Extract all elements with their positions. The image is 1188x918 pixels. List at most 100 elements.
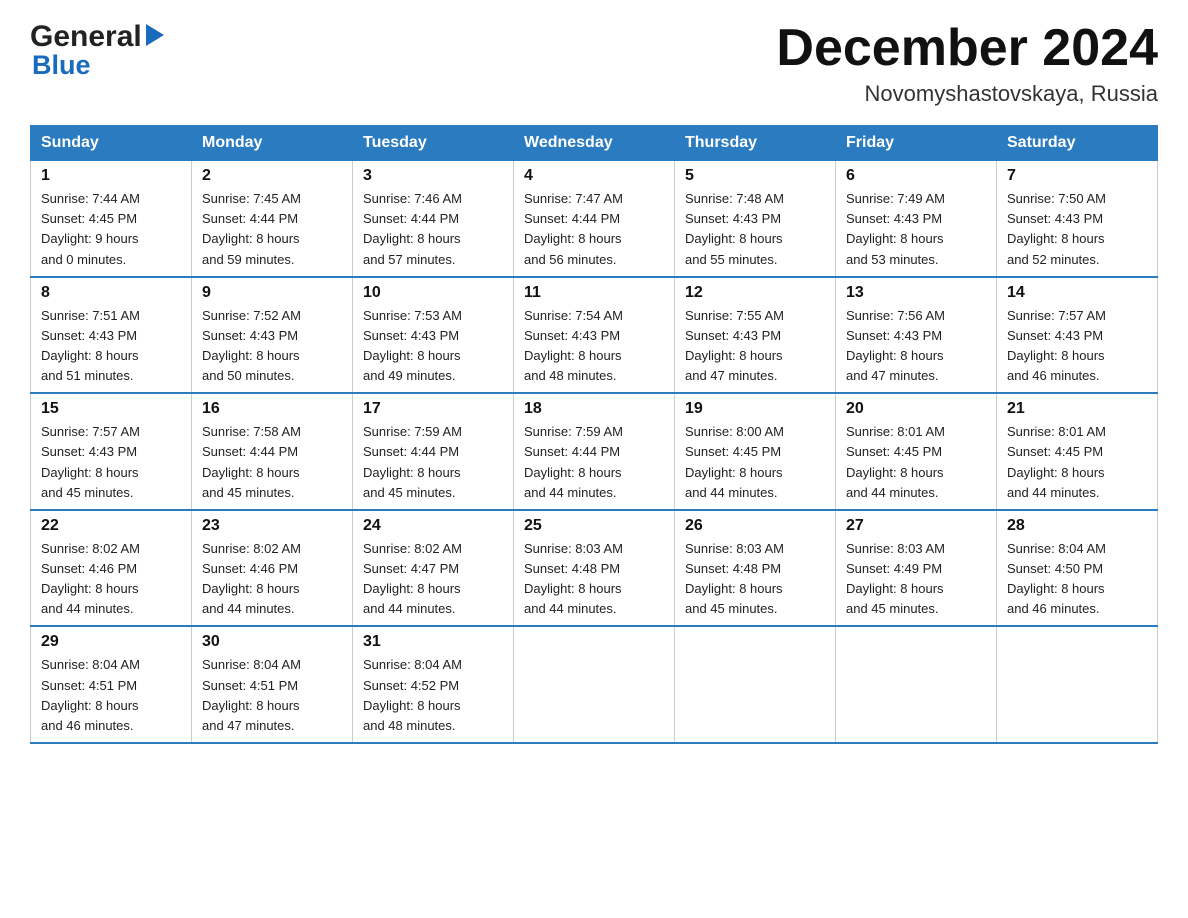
day-cell: 13Sunrise: 7:56 AM Sunset: 4:43 PM Dayli…	[836, 277, 997, 394]
header-cell-monday: Monday	[192, 126, 353, 161]
day-cell: 4 Sunrise: 7:47 AM Sunset: 4:44 PM Daylig…	[514, 161, 675, 277]
day-info: Sunrise: 7:57 AM Sunset: 4:43 PM Dayligh…	[41, 422, 181, 503]
day-info: Sunrise: 7:48 AM Sunset: 4:43 PM Dayligh…	[685, 189, 825, 270]
week-row-3: 15 Sunrise: 7:57 AM Sunset: 4:43 PM Dayli…	[31, 393, 1158, 510]
day-number: 11	[524, 284, 664, 302]
day-number: 1	[41, 167, 181, 185]
day-cell: 26 Sunrise: 8:03 AM Sunset: 4:48 PM Dayli…	[675, 510, 836, 627]
day-info: Sunrise: 8:04 AM Sunset: 4:51 PM Dayligh…	[202, 655, 342, 736]
page-header: General Blue December 2024 Novomyshastov…	[30, 20, 1158, 107]
day-info: Sunrise: 8:02 AM Sunset: 4:46 PM Dayligh…	[202, 539, 342, 620]
title-block: December 2024 Novomyshastovskaya, Russia	[776, 20, 1158, 107]
page-subtitle: Novomyshastovskaya, Russia	[776, 81, 1158, 107]
header-cell-friday: Friday	[836, 126, 997, 161]
day-cell: 21 Sunrise: 8:01 AM Sunset: 4:45 PM Dayli…	[997, 393, 1158, 510]
logo-blue-text: Blue	[32, 50, 91, 81]
day-cell: 19Sunrise: 8:00 AM Sunset: 4:45 PM Dayli…	[675, 393, 836, 510]
day-number: 18	[524, 400, 664, 418]
header-cell-tuesday: Tuesday	[353, 126, 514, 161]
day-number: 8	[41, 284, 181, 302]
week-row-2: 8Sunrise: 7:51 AM Sunset: 4:43 PM Daylig…	[31, 277, 1158, 394]
day-info: Sunrise: 8:03 AM Sunset: 4:48 PM Dayligh…	[685, 539, 825, 620]
header-cell-thursday: Thursday	[675, 126, 836, 161]
day-cell: 25Sunrise: 8:03 AM Sunset: 4:48 PM Dayli…	[514, 510, 675, 627]
day-number: 4	[524, 167, 664, 185]
day-cell: 12Sunrise: 7:55 AM Sunset: 4:43 PM Dayli…	[675, 277, 836, 394]
day-number: 3	[363, 167, 503, 185]
day-cell	[997, 626, 1158, 743]
day-number: 9	[202, 284, 342, 302]
day-info: Sunrise: 8:02 AM Sunset: 4:46 PM Dayligh…	[41, 539, 181, 620]
day-number: 2	[202, 167, 342, 185]
day-number: 28	[1007, 517, 1147, 535]
day-info: Sunrise: 8:01 AM Sunset: 4:45 PM Dayligh…	[846, 422, 986, 503]
day-info: Sunrise: 8:03 AM Sunset: 4:49 PM Dayligh…	[846, 539, 986, 620]
day-number: 25	[524, 517, 664, 535]
day-number: 14	[1007, 284, 1147, 302]
day-cell: 15 Sunrise: 7:57 AM Sunset: 4:43 PM Dayli…	[31, 393, 192, 510]
day-info: Sunrise: 8:01 AM Sunset: 4:45 PM Dayligh…	[1007, 422, 1147, 503]
day-number: 26	[685, 517, 825, 535]
day-cell: 5 Sunrise: 7:48 AM Sunset: 4:43 PM Daylig…	[675, 161, 836, 277]
day-number: 30	[202, 633, 342, 651]
day-info: Sunrise: 7:58 AM Sunset: 4:44 PM Dayligh…	[202, 422, 342, 503]
header-cell-wednesday: Wednesday	[514, 126, 675, 161]
day-number: 17	[363, 400, 503, 418]
day-number: 5	[685, 167, 825, 185]
day-cell: 20 Sunrise: 8:01 AM Sunset: 4:45 PM Dayli…	[836, 393, 997, 510]
day-cell: 7Sunrise: 7:50 AM Sunset: 4:43 PM Daylig…	[997, 161, 1158, 277]
day-number: 20	[846, 400, 986, 418]
day-info: Sunrise: 7:59 AM Sunset: 4:44 PM Dayligh…	[363, 422, 503, 503]
day-info: Sunrise: 8:02 AM Sunset: 4:47 PM Dayligh…	[363, 539, 503, 620]
day-cell: 24 Sunrise: 8:02 AM Sunset: 4:47 PM Dayli…	[353, 510, 514, 627]
day-cell: 3 Sunrise: 7:46 AM Sunset: 4:44 PM Daylig…	[353, 161, 514, 277]
day-info: Sunrise: 7:47 AM Sunset: 4:44 PM Dayligh…	[524, 189, 664, 270]
day-number: 22	[41, 517, 181, 535]
day-cell: 18 Sunrise: 7:59 AM Sunset: 4:44 PM Dayli…	[514, 393, 675, 510]
day-info: Sunrise: 8:00 AM Sunset: 4:45 PM Dayligh…	[685, 422, 825, 503]
day-cell: 8Sunrise: 7:51 AM Sunset: 4:43 PM Daylig…	[31, 277, 192, 394]
day-info: Sunrise: 8:04 AM Sunset: 4:50 PM Dayligh…	[1007, 539, 1147, 620]
day-cell: 11 Sunrise: 7:54 AM Sunset: 4:43 PM Dayli…	[514, 277, 675, 394]
calendar-table: SundayMondayTuesdayWednesdayThursdayFrid…	[30, 125, 1158, 744]
day-info: Sunrise: 8:04 AM Sunset: 4:51 PM Dayligh…	[41, 655, 181, 736]
day-cell: 31Sunrise: 8:04 AM Sunset: 4:52 PM Dayli…	[353, 626, 514, 743]
day-info: Sunrise: 7:57 AM Sunset: 4:43 PM Dayligh…	[1007, 306, 1147, 387]
day-number: 6	[846, 167, 986, 185]
calendar-body: 1Sunrise: 7:44 AM Sunset: 4:45 PM Daylig…	[31, 161, 1158, 743]
day-cell: 30 Sunrise: 8:04 AM Sunset: 4:51 PM Dayli…	[192, 626, 353, 743]
day-cell: 1Sunrise: 7:44 AM Sunset: 4:45 PM Daylig…	[31, 161, 192, 277]
day-info: Sunrise: 7:46 AM Sunset: 4:44 PM Dayligh…	[363, 189, 503, 270]
day-number: 23	[202, 517, 342, 535]
day-number: 29	[41, 633, 181, 651]
day-cell: 27 Sunrise: 8:03 AM Sunset: 4:49 PM Dayli…	[836, 510, 997, 627]
day-info: Sunrise: 7:45 AM Sunset: 4:44 PM Dayligh…	[202, 189, 342, 270]
day-number: 21	[1007, 400, 1147, 418]
day-cell	[675, 626, 836, 743]
day-cell: 29 Sunrise: 8:04 AM Sunset: 4:51 PM Dayli…	[31, 626, 192, 743]
day-cell: 22 Sunrise: 8:02 AM Sunset: 4:46 PM Dayli…	[31, 510, 192, 627]
day-cell: 23 Sunrise: 8:02 AM Sunset: 4:46 PM Dayli…	[192, 510, 353, 627]
day-number: 15	[41, 400, 181, 418]
day-number: 16	[202, 400, 342, 418]
day-number: 24	[363, 517, 503, 535]
logo-line1: General	[30, 20, 164, 54]
day-cell	[514, 626, 675, 743]
header-cell-saturday: Saturday	[997, 126, 1158, 161]
day-cell: 6Sunrise: 7:49 AM Sunset: 4:43 PM Daylig…	[836, 161, 997, 277]
day-number: 27	[846, 517, 986, 535]
week-row-1: 1Sunrise: 7:44 AM Sunset: 4:45 PM Daylig…	[31, 161, 1158, 277]
day-cell: 9 Sunrise: 7:52 AM Sunset: 4:43 PM Daylig…	[192, 277, 353, 394]
day-info: Sunrise: 7:59 AM Sunset: 4:44 PM Dayligh…	[524, 422, 664, 503]
week-row-4: 22 Sunrise: 8:02 AM Sunset: 4:46 PM Dayli…	[31, 510, 1158, 627]
day-number: 10	[363, 284, 503, 302]
day-info: Sunrise: 7:54 AM Sunset: 4:43 PM Dayligh…	[524, 306, 664, 387]
logo-arrow-icon	[146, 26, 164, 48]
day-info: Sunrise: 7:53 AM Sunset: 4:43 PM Dayligh…	[363, 306, 503, 387]
day-info: Sunrise: 7:52 AM Sunset: 4:43 PM Dayligh…	[202, 306, 342, 387]
day-cell: 17 Sunrise: 7:59 AM Sunset: 4:44 PM Dayli…	[353, 393, 514, 510]
week-row-5: 29 Sunrise: 8:04 AM Sunset: 4:51 PM Dayli…	[31, 626, 1158, 743]
day-number: 7	[1007, 167, 1147, 185]
page-title: December 2024	[776, 20, 1158, 77]
logo-general-text: General	[30, 20, 142, 54]
